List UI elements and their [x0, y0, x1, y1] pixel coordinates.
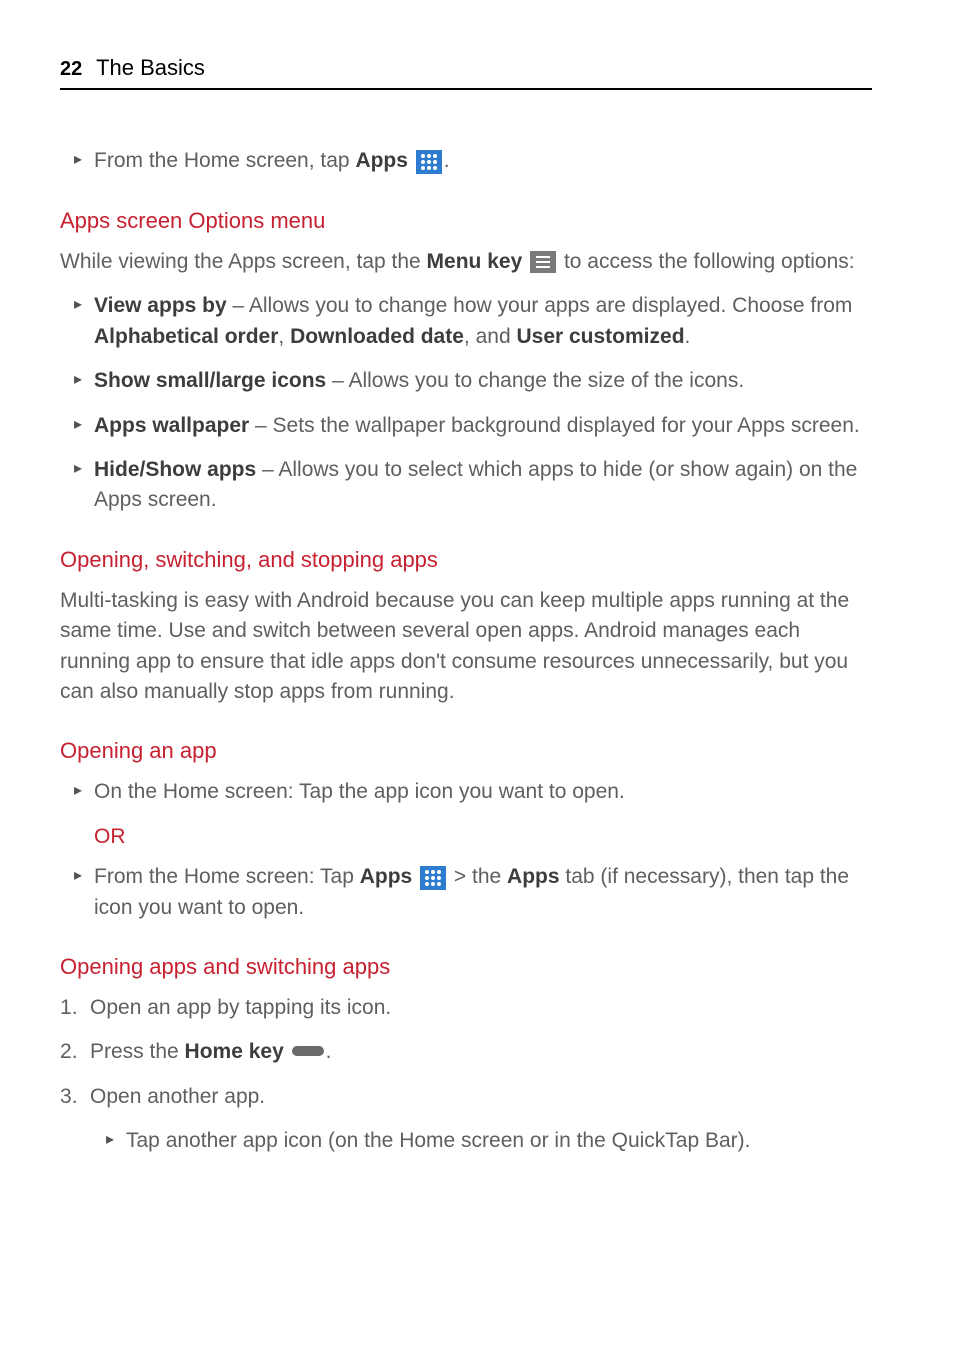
text: Press the: [90, 1040, 185, 1063]
text: – Sets the wallpaper background displaye…: [249, 414, 860, 437]
text: From the Home screen, tap: [94, 149, 355, 172]
intro-bullet: From the Home screen, tap Apps .: [60, 146, 872, 176]
bold-text: Apps: [355, 149, 408, 172]
text: .: [326, 1040, 332, 1063]
heading-open-switch: Opening apps and switching apps: [60, 951, 872, 983]
list-item: Hide/Show apps – Allows you to select wh…: [60, 455, 872, 516]
bold-text: Home key: [185, 1040, 284, 1063]
sub-list: Tap another app icon (on the Home screen…: [60, 1126, 872, 1156]
text: to access the following options:: [564, 250, 855, 273]
list-item: Show small/large icons – Allows you to c…: [60, 366, 872, 396]
heading-open-switch-stop: Opening, switching, and stopping apps: [60, 544, 872, 576]
open-app-list-2: From the Home screen: Tap Apps > the App…: [60, 862, 872, 923]
bold-text: View apps by: [94, 294, 227, 317]
paragraph: While viewing the Apps screen, tap the M…: [60, 247, 872, 277]
text: While viewing the Apps screen, tap the: [60, 250, 427, 273]
bold-text: Downloaded date: [290, 325, 464, 348]
step-item: Open an app by tapping its icon.: [60, 993, 872, 1023]
heading-opening-app: Opening an app: [60, 735, 872, 767]
switch-steps: Open an app by tapping its icon. Press t…: [60, 993, 872, 1112]
text: .: [685, 325, 691, 348]
heading-apps-options: Apps screen Options menu: [60, 205, 872, 237]
intro-list: From the Home screen, tap Apps .: [60, 146, 872, 176]
text: – Allows you to change how your apps are…: [227, 294, 853, 317]
bold-text: Apps: [360, 865, 413, 888]
bold-text: Show small/large icons: [94, 369, 326, 392]
list-item: Tap another app icon (on the Home screen…: [60, 1126, 872, 1156]
apps-grid-icon: [420, 866, 446, 890]
or-label: OR: [94, 822, 872, 852]
apps-grid-icon: [416, 150, 442, 174]
page-number: 22: [60, 58, 82, 80]
text: , and: [464, 325, 517, 348]
step-item: Press the Home key .: [60, 1037, 872, 1067]
bold-text: Apps wallpaper: [94, 414, 249, 437]
menu-key-icon: [530, 251, 556, 273]
section-title: The Basics: [96, 55, 205, 80]
list-item: From the Home screen: Tap Apps > the App…: [60, 862, 872, 923]
options-list: View apps by – Allows you to change how …: [60, 291, 872, 516]
text: From the Home screen: Tap: [94, 865, 360, 888]
document-page: 22 The Basics From the Home screen, tap …: [0, 0, 954, 1231]
list-item: Apps wallpaper – Sets the wallpaper back…: [60, 411, 872, 441]
paragraph: Multi-tasking is easy with Android becau…: [60, 586, 872, 708]
page-header: 22 The Basics: [60, 52, 872, 90]
home-key-icon: [292, 1046, 324, 1056]
text: > the: [448, 865, 507, 888]
bold-text: Menu key: [427, 250, 523, 273]
list-item: On the Home screen: Tap the app icon you…: [60, 777, 872, 807]
open-app-list: On the Home screen: Tap the app icon you…: [60, 777, 872, 807]
list-item: View apps by – Allows you to change how …: [60, 291, 872, 352]
bold-text: Apps: [507, 865, 560, 888]
text: ,: [278, 325, 290, 348]
bold-text: User customized: [516, 325, 684, 348]
bold-text: Alphabetical order: [94, 325, 278, 348]
bold-text: Hide/Show apps: [94, 458, 256, 481]
text: – Allows you to change the size of the i…: [326, 369, 744, 392]
step-item: Open another app.: [60, 1082, 872, 1112]
text: .: [444, 149, 450, 172]
